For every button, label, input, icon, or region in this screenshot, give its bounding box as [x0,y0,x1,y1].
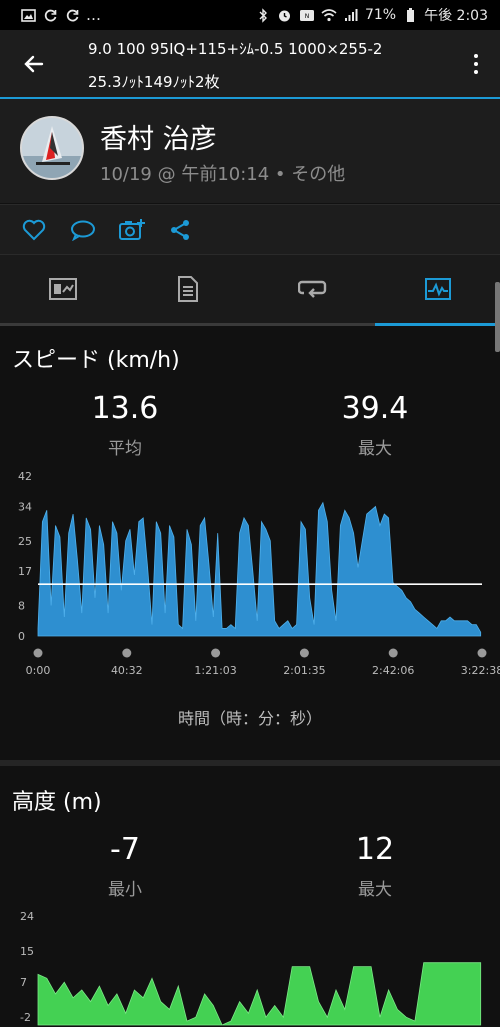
speed-x-tick-label: 2:01:35 [283,664,325,677]
overflow-menu-button[interactable] [466,48,486,80]
speed-x-tick-dot [211,648,221,658]
app-bar: 9.0 100 95IQ+115+ｼﾑ-0.5 1000×255-2 25.3ﾉ… [0,30,500,97]
back-arrow-icon [24,55,44,73]
comment-icon [71,220,95,241]
activity-title-line-1: 9.0 100 95IQ+115+ｼﾑ-0.5 1000×255-2 [88,40,383,58]
speed-y-tick-label: 0 [18,630,25,643]
altitude-y-tick-label: 7 [20,976,27,989]
more-notifications-icon: … [86,6,101,24]
scrollbar[interactable] [495,282,500,352]
share-button[interactable] [166,216,194,244]
altitude-section: 高度 (m) -7 最小 12 最大 24 15 7 -2 [0,766,500,1027]
speed-series-area [37,501,482,637]
altitude-min-label: 最小 [108,880,142,900]
comment-button[interactable] [69,216,97,244]
speed-x-tick-dot [299,648,309,658]
speed-average-label: 平均 [108,439,142,459]
windsurf-photo-icon [22,118,82,178]
activity-header: 香村 治彦 10/19 @ 午前10:14 • その他 [0,99,500,203]
activity-date-type: 10/19 @ 午前10:14 • その他 [100,164,346,185]
social-actions [0,204,500,254]
loop-icon [297,280,326,298]
avatar[interactable] [20,116,84,180]
speed-chart[interactable]: 0 8 17 25 34 42 0:00 40:32 1:21:03 2:01:35 2:42:06… [0,466,500,681]
speed-x-tick-dot [477,648,487,658]
altitude-y-tick-label: 24 [20,910,34,923]
activity-title-line-2: 25.3ﾉｯﾄ149ﾉｯﾄ2枚 [88,73,220,91]
speed-x-tick-label: 40:32 [111,664,143,677]
tab-laps[interactable] [250,255,375,323]
signal-icon [343,7,359,23]
image-icon [20,7,36,23]
activity-tabs [0,254,500,327]
svg-text:N: N [305,13,310,20]
battery-percent: 71% [364,7,397,23]
altitude-chart[interactable]: 24 15 7 -2 [0,904,500,1027]
speed-y-tick-label: 34 [18,500,32,513]
graph-icon [424,278,451,300]
speed-max-value: 39.4 [341,391,409,426]
speed-section: スピード (km/h) 13.6 平均 39.4 最大 0 8 17 25 34 42 0:… [0,326,500,760]
sync-icon [64,7,80,23]
speed-x-tick-dot [122,648,132,658]
sync-icon [42,7,58,23]
speed-x-tick-label: 2:42:06 [372,664,414,677]
bluetooth-icon [255,7,271,23]
menu-dot-icon [474,54,478,58]
add-photo-icon [119,219,145,240]
speed-y-tick-label: 42 [18,470,32,483]
status-bar: … N 71% 午後 2:03 [0,0,500,30]
tab-details[interactable] [125,255,250,323]
clock: 午後 2:03 [424,8,488,24]
speed-x-tick-label: 1:21:03 [194,664,236,677]
speed-y-tick-label: 17 [18,565,32,578]
document-icon [177,276,198,302]
back-button[interactable] [18,48,50,80]
wifi-icon [321,7,337,23]
share-icon [171,220,189,240]
chart-card-icon [48,278,77,300]
speed-average-value: 13.6 [91,391,159,426]
nfc-icon: N [299,7,315,23]
battery-icon [402,7,418,23]
altitude-series-area [37,962,482,1026]
speed-x-tick-label: 0:00 [26,664,51,677]
speed-x-tick-label: 3:22:38 [461,664,500,677]
speed-y-tick-label: 25 [18,535,32,548]
alarm-icon [277,7,293,23]
speed-x-tick-dot [33,648,43,658]
user-name[interactable]: 香村 治彦 [100,117,217,156]
speed-x-axis-label: 時間（時：分：秒） [177,709,322,728]
tab-graphs[interactable] [375,255,500,323]
altitude-max-label: 最大 [358,880,392,900]
speed-max-label: 最大 [358,439,392,459]
like-button[interactable] [20,216,48,244]
speed-y-tick-label: 8 [18,600,25,613]
tab-summary[interactable] [0,255,125,323]
altitude-title: 高度 (m) [12,790,102,815]
altitude-y-tick-label: 15 [20,945,34,958]
speed-title: スピード (km/h) [12,348,180,373]
like-icon [22,219,46,241]
altitude-y-tick-label: -2 [20,1011,31,1024]
menu-dot-icon [474,70,478,74]
menu-dot-icon [474,62,478,66]
altitude-min-value: -7 [110,832,140,867]
altitude-max-value: 12 [355,832,395,867]
add-photo-button[interactable] [118,216,146,244]
speed-x-tick-dot [388,648,398,658]
